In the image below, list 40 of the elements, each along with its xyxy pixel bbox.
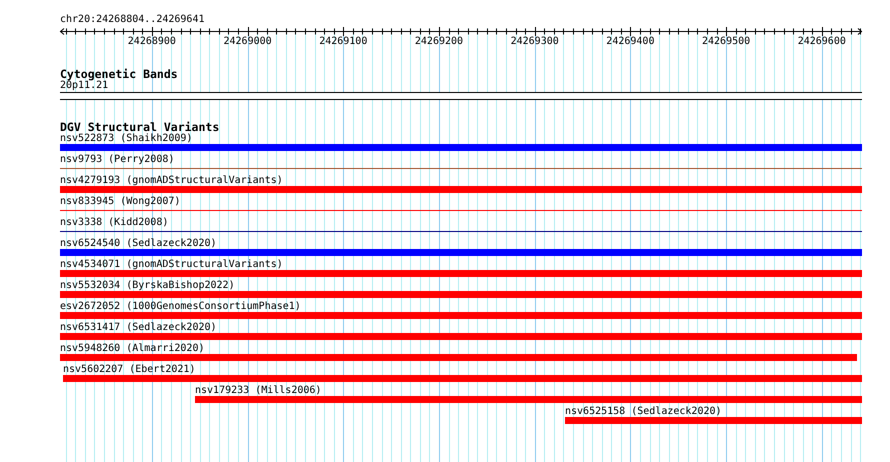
variant-bar[interactable] — [60, 249, 862, 256]
variant-label[interactable]: nsv9793 (Perry2008) — [60, 154, 174, 165]
variant-label[interactable]: nsv522873 (Shaikh2009) — [60, 133, 192, 144]
variant-label[interactable]: nsv5532034 (ByrskaBishop2022) — [60, 280, 235, 291]
variant-bar[interactable] — [195, 396, 862, 403]
tick-label: 24269200 — [414, 36, 464, 47]
variant-label[interactable]: nsv6531417 (Sedlazeck2020) — [60, 322, 217, 333]
tick-label: 24269600 — [798, 36, 846, 47]
tick-label: 24269500 — [702, 36, 750, 47]
variant-label[interactable]: nsv179233 (Mills2006) — [195, 385, 322, 396]
band-label: 20p11.21 — [60, 80, 108, 92]
track-title: DGV Structural Variants — [60, 121, 220, 133]
variant-label[interactable]: nsv6524540 (Sedlazeck2020) — [60, 238, 217, 249]
variant-line[interactable] — [60, 231, 862, 232]
variant-bar[interactable] — [60, 312, 862, 319]
variant-bar[interactable] — [60, 270, 862, 277]
tick-label: 24269300 — [510, 36, 559, 47]
tick-label: 24268900 — [128, 36, 176, 47]
tick-label: 24269400 — [606, 36, 654, 47]
variant-label[interactable]: nsv5948260 (Almarri2020) — [60, 343, 204, 354]
variant-label[interactable]: esv2672052 (1000GenomesConsortiumPhase1) — [60, 301, 301, 312]
variant-label[interactable]: nsv3338 (Kidd2008) — [60, 217, 168, 228]
variant-bar[interactable] — [60, 186, 862, 193]
tick-label: 24269100 — [319, 36, 368, 47]
tick-label: 24269000 — [224, 36, 272, 47]
variant-bar[interactable] — [565, 417, 862, 424]
variant-line[interactable] — [60, 168, 862, 169]
variant-label[interactable]: nsv4279193 (gnomADStructuralVariants) — [60, 175, 283, 186]
position-label: chr20:24268804..24269641 — [60, 13, 204, 26]
variant-bar[interactable] — [60, 354, 857, 361]
variant-label[interactable]: nsv6525158 (Sedlazeck2020) — [565, 406, 722, 417]
variant-label[interactable]: nsv5602207 (Ebert2021) — [63, 364, 196, 375]
variant-line[interactable] — [60, 210, 862, 211]
variant-label[interactable]: nsv4534071 (gnomADStructuralVariants) — [60, 259, 283, 270]
variant-bar[interactable] — [60, 291, 862, 298]
variant-bar[interactable] — [60, 333, 862, 340]
variant-bar[interactable] — [63, 375, 862, 382]
variant-label[interactable]: nsv833945 (Wong2007) — [60, 196, 180, 207]
track-title: Cytogenetic Bands — [60, 68, 178, 80]
variant-bar[interactable] — [60, 144, 862, 151]
